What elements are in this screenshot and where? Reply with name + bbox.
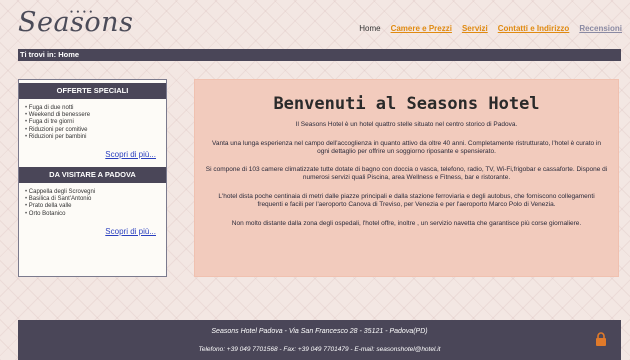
list-item: Basilica di Sant'Antonio	[25, 196, 166, 203]
offerte-list: Fuga di due notti Weekend di benessere F…	[19, 105, 166, 141]
sidebar-title-offerte: OFFERTE SPECIALI	[19, 83, 166, 99]
footer-contacts: Telefono: +39 049 7701568 - Fax: +39 049…	[198, 346, 441, 353]
lock-icon[interactable]	[595, 332, 607, 346]
intro-paragraph: Il Seasons Hotel è un hotel quattro stel…	[295, 121, 518, 128]
list-item: Riduzioni per comitive	[25, 127, 166, 134]
padova-list: Cappella degli Scrovegni Basilica di San…	[19, 189, 166, 218]
page-title: Benvenuti al Seasons Hotel	[273, 94, 540, 114]
list-item: Fuga di tre giorni	[25, 119, 166, 126]
offerte-more-link[interactable]: Scopri di più...	[19, 150, 166, 159]
location-paragraph: L'hotel dista poche centinaia di metri d…	[218, 192, 595, 208]
nav-servizi[interactable]: Servizi	[462, 24, 488, 33]
list-item: Prato della valle	[25, 203, 166, 210]
sidebar: OFFERTE SPECIALI Fuga di due notti Weeke…	[18, 79, 167, 277]
nav-contatti[interactable]: Contatti e Indirizzo	[498, 24, 570, 33]
list-item: Weekend di benessere	[25, 112, 166, 119]
footer-address: Seasons Hotel Padova - Via San Francesco…	[211, 328, 428, 335]
logo-dots-icon: ● ● ● ●	[70, 9, 94, 15]
main-nav: Home Camere e Prezzi Servizi Contatti e …	[359, 24, 622, 33]
site-footer: Seasons Hotel Padova - Via San Francesco…	[18, 320, 621, 360]
shuttle-paragraph: Non molto distante dalla zona degli ospe…	[231, 219, 582, 227]
main-content: Benvenuti al Seasons Hotel Il Seasons Ho…	[194, 79, 619, 277]
rooms-paragraph: Si compone di 103 camere climatizzate tu…	[205, 166, 608, 182]
list-item: Cappella degli Scrovegni	[25, 189, 166, 196]
experience-paragraph: Vanta una lunga esperienza nel campo del…	[212, 139, 601, 155]
list-item: Orto Botanico	[25, 211, 166, 218]
nav-recensioni[interactable]: Recensioni	[579, 24, 622, 33]
list-item: Riduzioni per bambini	[25, 134, 166, 141]
breadcrumb: Ti trovi in: Home	[18, 49, 621, 61]
nav-camere-prezzi[interactable]: Camere e Prezzi	[391, 24, 452, 33]
sidebar-title-padova: DA VISITARE A PADOVA	[19, 167, 166, 184]
nav-home[interactable]: Home	[359, 24, 380, 33]
padova-more-link[interactable]: Scopri di più...	[19, 227, 166, 236]
list-item: Fuga di due notti	[25, 105, 166, 112]
site-header: Seasons ● ● ● ● Home Camere e Prezzi Ser…	[0, 0, 630, 48]
